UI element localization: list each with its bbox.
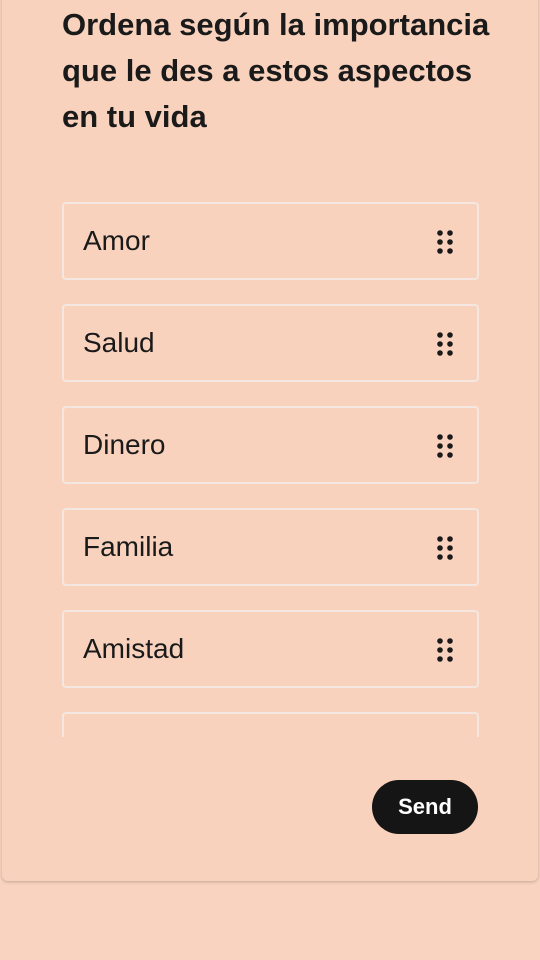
ranking-list[interactable]: Amor Salud Dinero Familia Amistad	[62, 202, 482, 737]
ranking-item-partial[interactable]	[62, 712, 479, 737]
drag-handle-icon[interactable]	[437, 332, 453, 356]
question-title: Ordena según la importancia que le des a…	[62, 7, 490, 134]
drag-handle-icon[interactable]	[437, 230, 453, 254]
ranking-item-amistad[interactable]: Amistad	[62, 610, 479, 688]
ranking-item-label: Amistad	[83, 633, 185, 664]
ranking-item-label: Salud	[83, 327, 155, 358]
drag-handle-icon[interactable]	[437, 536, 453, 560]
ranking-item-salud[interactable]: Salud	[62, 304, 479, 382]
ranking-item-amor[interactable]: Amor	[62, 202, 479, 280]
ranking-item-label: Amor	[83, 225, 150, 256]
drag-handle-icon[interactable]	[437, 638, 453, 662]
ranking-item-label: Familia	[83, 531, 174, 562]
ranking-item-dinero[interactable]: Dinero	[62, 406, 479, 484]
ranking-item-familia[interactable]: Familia	[62, 508, 479, 586]
survey-card: Ordena según la importancia que le des a…	[2, 0, 538, 881]
ranking-item-label: Dinero	[83, 429, 166, 460]
send-button[interactable]: Send	[372, 780, 478, 834]
drag-handle-icon[interactable]	[437, 434, 453, 458]
